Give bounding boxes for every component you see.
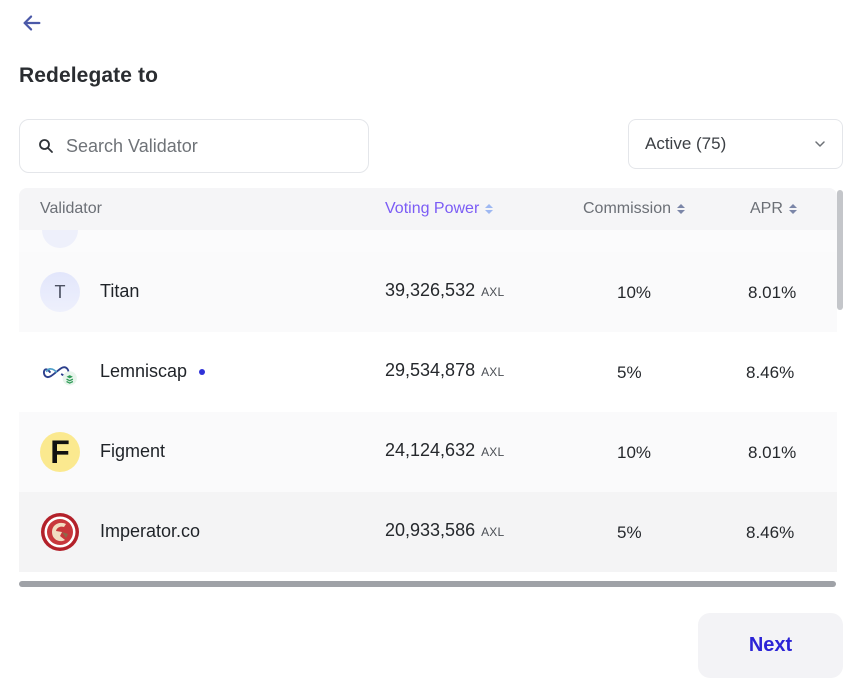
validator-name-text: Imperator.co [100, 521, 201, 541]
page-title: Redelegate to [19, 64, 158, 87]
validator-name: Imperator.co [100, 521, 200, 542]
voting-power: 39,326,532 AXL [385, 280, 504, 301]
voting-power-value: 24,124,632 [385, 440, 476, 460]
imperator-logo-icon [40, 512, 80, 552]
voting-power-unit: AXL [481, 285, 505, 299]
table-header: Validator Voting Power Commission APR [19, 188, 837, 230]
commission-value: 5% [617, 523, 642, 542]
back-button[interactable] [18, 10, 46, 36]
avatar-letter: F [50, 434, 70, 470]
validator-name: Titan [100, 281, 139, 302]
table-body[interactable]: T Titan 39,326,532 AXL 10% 8.01% Lemnisc… [19, 230, 837, 580]
column-apr[interactable]: APR [750, 200, 797, 218]
sort-icon [788, 204, 797, 214]
validator-name-text: Figment [100, 441, 166, 461]
commission-value: 5% [617, 363, 642, 382]
voting-power: 24,124,632 AXL [385, 440, 504, 461]
voting-power-unit: AXL [481, 445, 505, 459]
vertical-scrollbar[interactable] [837, 190, 843, 310]
avatar: F [40, 432, 80, 472]
validator-table: Validator Voting Power Commission APR T … [19, 188, 843, 588]
selected-indicator-dot [199, 368, 206, 375]
voting-power-value: 39,326,532 [385, 280, 476, 300]
arrow-left-icon [23, 15, 41, 31]
lemniscap-logo-icon [40, 352, 80, 392]
validator-name: Lemniscap [100, 361, 206, 382]
search-input[interactable] [66, 135, 336, 157]
table-row[interactable]: F Figment 24,124,632 AXL 10% 8.01% [19, 412, 837, 492]
apr-value: 8.01% [748, 283, 797, 302]
avatar [42, 230, 78, 248]
commission-value: 10% [617, 283, 652, 302]
validator-name-text: Titan [100, 281, 140, 301]
voting-power-value: 20,933,586 [385, 520, 476, 540]
apr-value: 8.46% [746, 523, 795, 542]
voting-power-unit: AXL [481, 365, 505, 379]
voting-power-unit: AXL [481, 525, 505, 539]
sort-icon [677, 204, 686, 214]
commission-value: 10% [617, 443, 652, 462]
avatar: T [40, 272, 80, 312]
validator-name-text: Lemniscap [100, 361, 188, 381]
voting-power-value: 29,534,878 [385, 360, 476, 380]
validator-name: Figment [100, 441, 165, 462]
voting-power: 29,534,878 AXL [385, 360, 504, 381]
chevron-down-icon [813, 137, 827, 151]
status-filter-dropdown[interactable]: Active (75) [628, 119, 843, 169]
column-apr-label: APR [750, 200, 783, 217]
table-row-partial[interactable] [19, 230, 837, 252]
horizontal-scrollbar[interactable] [19, 581, 836, 587]
apr-value: 8.46% [746, 363, 795, 382]
column-validator: Validator [40, 200, 102, 218]
table-row[interactable]: T Titan 39,326,532 AXL 10% 8.01% [19, 252, 837, 332]
next-button[interactable]: Next [698, 613, 843, 678]
status-filter-value: Active (75) [645, 134, 727, 153]
table-row[interactable]: Lemniscap 29,534,878 AXL 5% 8.46% [19, 332, 837, 412]
apr-value: 8.01% [748, 443, 797, 462]
column-validator-label: Validator [40, 200, 102, 217]
column-commission[interactable]: Commission [583, 200, 686, 218]
search-icon [38, 138, 54, 154]
column-voting-power-label: Voting Power [385, 200, 480, 217]
search-box[interactable] [19, 119, 369, 173]
column-commission-label: Commission [583, 200, 672, 217]
column-voting-power[interactable]: Voting Power [385, 200, 494, 218]
voting-power: 20,933,586 AXL [385, 520, 504, 541]
avatar-letter: T [54, 281, 66, 302]
sort-icon [485, 204, 494, 214]
table-row[interactable]: Imperator.co 20,933,586 AXL 5% 8.46% [19, 492, 837, 572]
